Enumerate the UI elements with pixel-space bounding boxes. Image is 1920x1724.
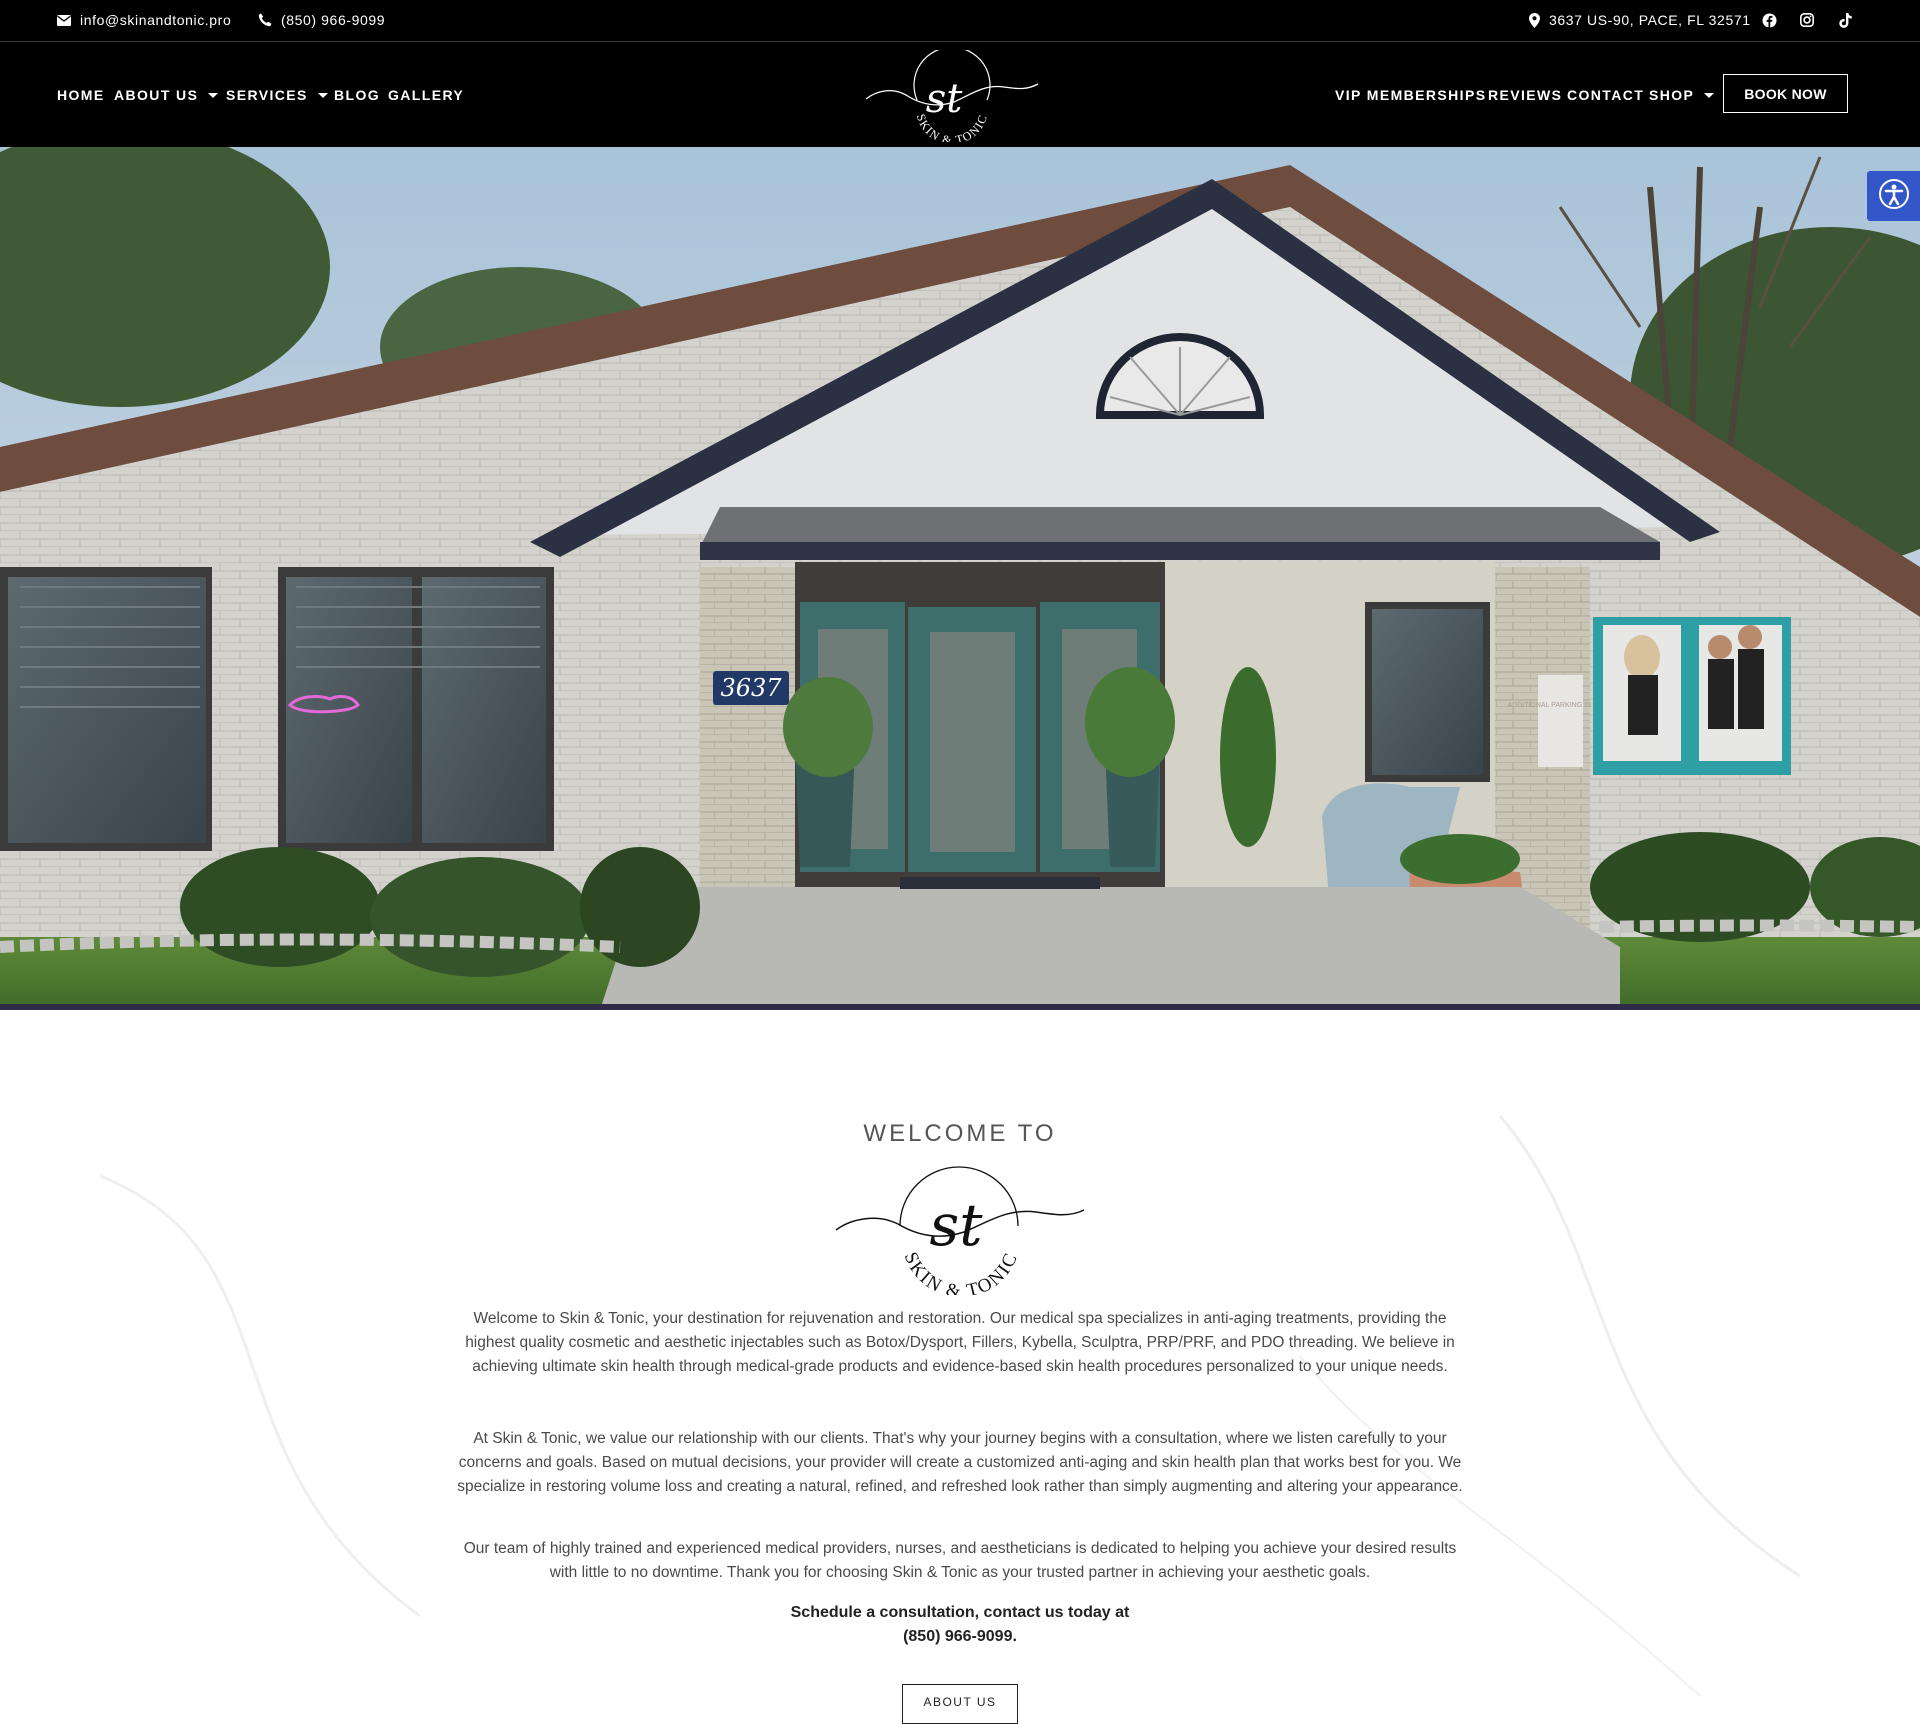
nav-reviews-label: REVIEWS (1488, 87, 1563, 103)
nav-vip-label: VIP MEMBERSHIPS (1335, 87, 1487, 103)
address-text: 3637 US-90, PACE, FL 32571 (1549, 12, 1751, 28)
caret-down-icon (1704, 92, 1715, 98)
email-link[interactable]: info@skinandtonic.pro (57, 12, 231, 28)
phone-icon (258, 13, 272, 27)
nav-vip-memberships[interactable]: VIP MEMBERSHIPS (1335, 87, 1486, 103)
accessibility-icon (1878, 178, 1910, 215)
nav-home-label: HOME (57, 87, 105, 103)
instagram-icon[interactable] (1798, 11, 1816, 29)
consultation-cta: Schedule a consultation, contact us toda… (0, 1601, 1920, 1649)
nav-about-us-label: ABOUT US (114, 87, 199, 103)
nav-blog-label: BLOG (334, 87, 381, 103)
welcome-logo: st SKIN & TONIC (832, 1160, 1088, 1303)
nav-gallery-label: GALLERY (388, 87, 465, 103)
phone-link[interactable]: (850) 966-9099 (258, 12, 385, 28)
hero-image: 3637 ADDITIONAL PARKING IN REAR (0, 147, 1920, 1010)
welcome-title: WELCOME TO (863, 1120, 1057, 1147)
nav-contact-label: CONTACT (1567, 87, 1645, 103)
nav-about-us[interactable]: ABOUT US (114, 87, 219, 103)
welcome-paragraph-2: At Skin & Tonic, we value our relationsh… (457, 1430, 1463, 1495)
welcome-paragraph-3: Our team of highly trained and experienc… (463, 1540, 1457, 1581)
email-text: info@skinandtonic.pro (80, 12, 232, 28)
facebook-icon[interactable] (1760, 11, 1778, 29)
main-header: HOME ABOUT US SERVICES BLOG GALLERY st S… (0, 42, 1920, 147)
nav-services-label: SERVICES (226, 87, 308, 103)
house-number: 3637 (720, 674, 782, 702)
phone-text: (850) 966-9099 (281, 12, 386, 28)
nav-services[interactable]: SERVICES (226, 87, 328, 103)
nav-gallery[interactable]: GALLERY (388, 87, 464, 103)
top-bar: info@skinandtonic.pro (850) 966-9099 363… (0, 0, 1920, 42)
address-link[interactable]: 3637 US-90, PACE, FL 32571 (1529, 12, 1751, 28)
map-marker-icon (1529, 12, 1540, 28)
building-photo: 3637 ADDITIONAL PARKING IN REAR (0, 147, 1920, 1010)
nav-shop-label: SHOP (1649, 87, 1695, 103)
nav-home[interactable]: HOME (57, 87, 105, 103)
tiktok-icon[interactable] (1836, 11, 1854, 29)
welcome-logo-monogram: st (929, 1191, 983, 1259)
caret-down-icon (208, 92, 219, 98)
accessibility-button[interactable] (1867, 171, 1920, 221)
about-us-button[interactable]: ABOUT US (902, 1684, 1018, 1724)
logo-monogram: st (926, 76, 964, 122)
nav-blog[interactable]: BLOG (334, 87, 380, 103)
nav-shop[interactable]: SHOP (1649, 87, 1715, 103)
envelope-icon (57, 14, 71, 26)
caret-down-icon (317, 92, 328, 98)
cta-line-1: Schedule a consultation, contact us toda… (790, 1604, 1130, 1621)
cta-phone[interactable]: (850) 966-9099. (0, 1625, 1920, 1649)
nav-contact[interactable]: CONTACT (1567, 87, 1644, 103)
book-now-button[interactable]: BOOK NOW (1723, 74, 1848, 113)
nav-reviews[interactable]: REVIEWS (1488, 87, 1562, 103)
welcome-paragraph-1: Welcome to Skin & Tonic, your destinatio… (465, 1310, 1455, 1375)
site-logo[interactable]: st SKIN & TONIC (862, 46, 1042, 147)
